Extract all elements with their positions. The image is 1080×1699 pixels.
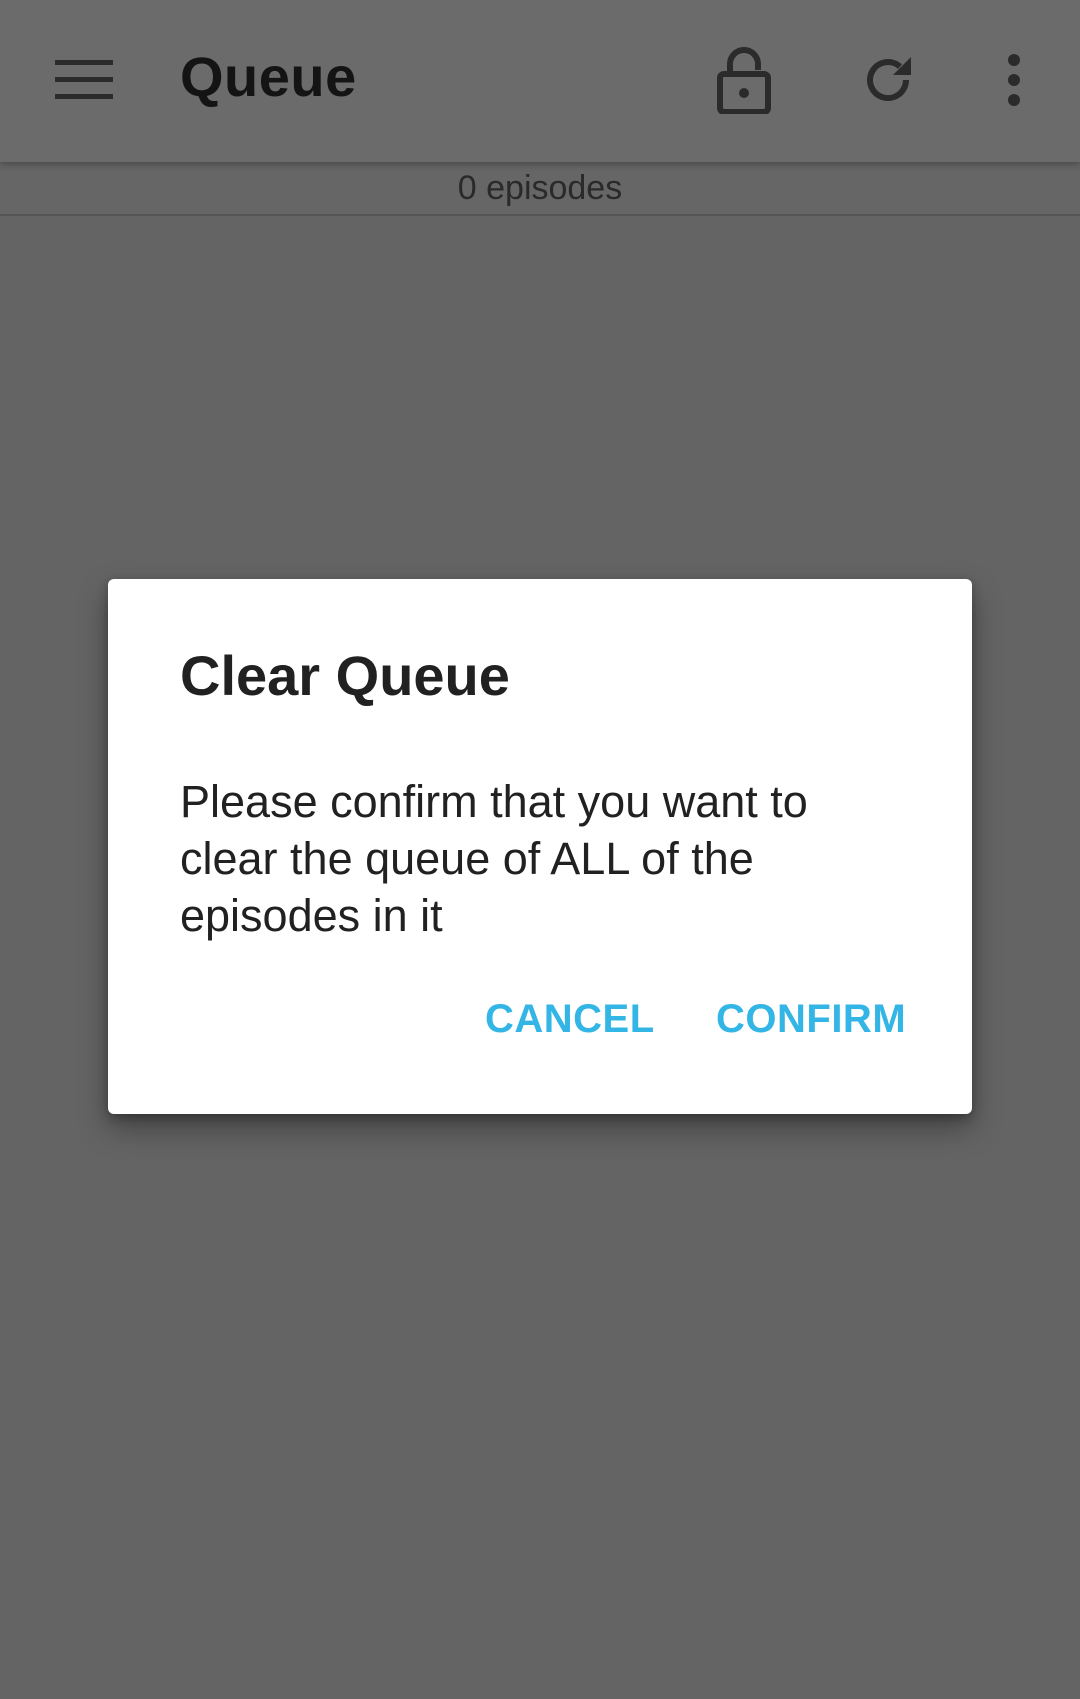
refresh-icon: [867, 57, 911, 102]
clear-queue-dialog: Clear Queue Please confirm that you want…: [108, 579, 972, 1114]
page-title: Queue: [180, 45, 357, 108]
episode-count: 0 episodes: [457, 168, 623, 207]
more-vert-icon: [1008, 54, 1020, 106]
episode-count-bar: 0 episodes: [0, 162, 1080, 216]
menu-button[interactable]: [50, 50, 118, 110]
lock-button[interactable]: [704, 40, 784, 120]
dialog-message: Please confirm that you want to clear th…: [180, 776, 808, 941]
dialog-title: Clear Queue: [180, 644, 510, 707]
confirm-button[interactable]: CONFIRM: [716, 997, 906, 1042]
menu-icon: [55, 60, 113, 99]
cancel-button[interactable]: CANCEL: [485, 997, 655, 1042]
more-options-button[interactable]: [974, 40, 1054, 120]
toolbar: Queue: [0, 0, 1080, 162]
refresh-button[interactable]: [848, 40, 928, 120]
lock-open-icon: [717, 47, 771, 114]
